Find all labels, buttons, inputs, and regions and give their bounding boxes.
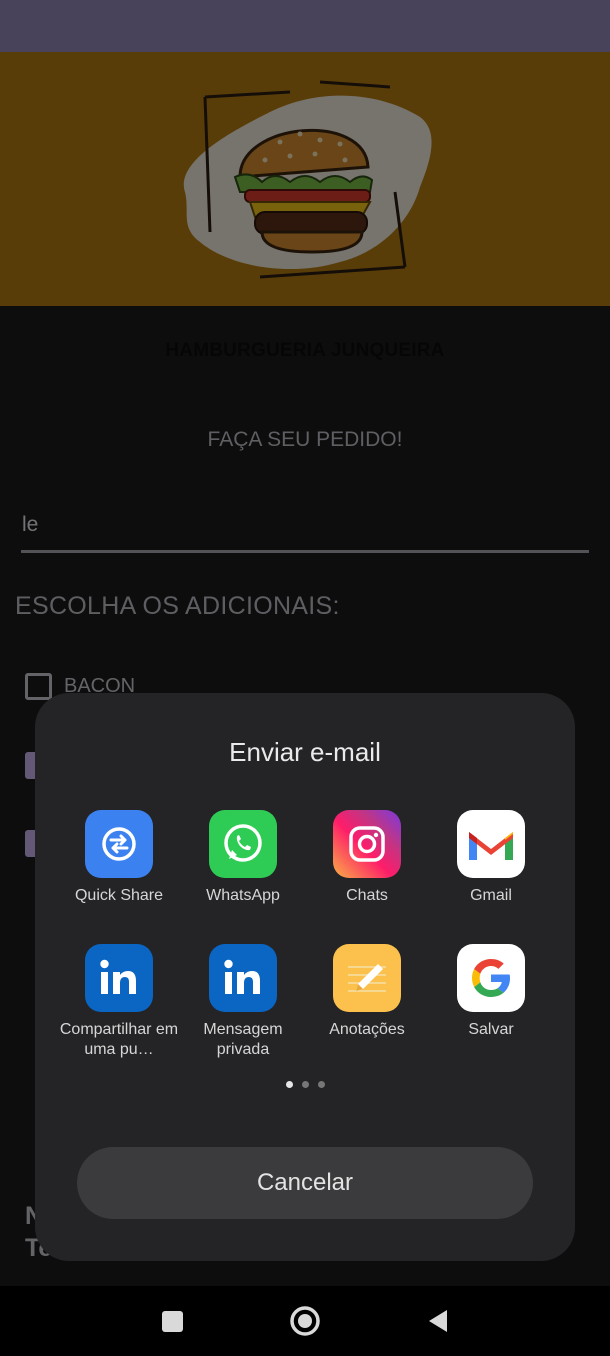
page-indicator	[35, 1081, 575, 1088]
share-target-label: Anotações	[329, 1021, 405, 1038]
share-target-gmail[interactable]: Gmail	[429, 810, 553, 906]
linkedin-icon	[209, 944, 277, 1012]
share-target-label: Gmail	[470, 887, 512, 904]
back-icon[interactable]	[421, 1304, 455, 1338]
instagram-icon	[333, 810, 401, 878]
google-icon	[457, 944, 525, 1012]
whatsapp-icon	[209, 810, 277, 878]
share-target-linkedin-post[interactable]: Compartilhar em uma pu…	[57, 944, 181, 1060]
gmail-icon	[457, 810, 525, 878]
notes-icon	[333, 944, 401, 1012]
quick-share-icon	[85, 810, 153, 878]
page-dot-active	[285, 1081, 293, 1088]
recent-apps-icon[interactable]	[155, 1304, 189, 1338]
share-target-instagram[interactable]: Chats	[305, 810, 429, 906]
share-target-label: WhatsApp	[206, 887, 280, 904]
share-target-label: Quick Share	[74, 887, 164, 904]
share-target-google[interactable]: Salvar	[429, 944, 553, 1040]
cancel-button[interactable]: Cancelar	[77, 1147, 533, 1219]
share-target-quick-share[interactable]: Quick Share	[57, 810, 181, 906]
share-target-whatsapp[interactable]: WhatsApp	[181, 810, 305, 906]
linkedin-icon	[85, 944, 153, 1012]
share-target-label: Compartilhar em uma pu…	[59, 1021, 179, 1058]
navigation-bar	[0, 1286, 610, 1356]
page-dot	[301, 1081, 309, 1088]
page-dot	[317, 1081, 325, 1088]
share-target-linkedin-message[interactable]: Mensagem privada	[181, 944, 305, 1060]
share-target-label: Chats	[346, 887, 388, 904]
home-icon[interactable]	[288, 1304, 322, 1338]
share-sheet-title: Enviar e-mail	[229, 737, 381, 767]
share-target-label: Mensagem privada	[203, 1021, 283, 1058]
share-target-notes[interactable]: Anotações	[305, 944, 429, 1040]
share-sheet: Enviar e-mail Quick Share WhatsApp Chats…	[35, 693, 575, 1261]
share-target-label: Salvar	[468, 1021, 514, 1038]
